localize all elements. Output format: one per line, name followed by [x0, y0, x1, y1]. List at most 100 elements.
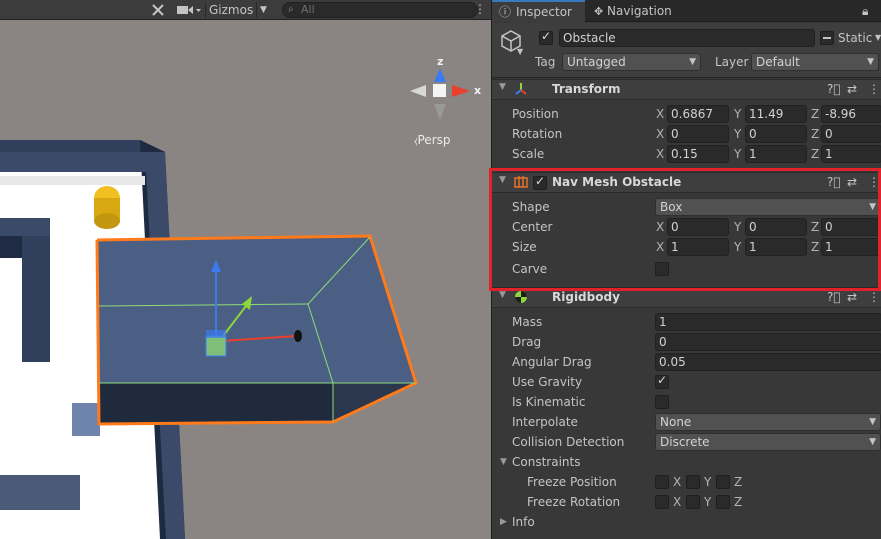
freeze-rotation-y-checkbox[interactable]	[686, 495, 700, 509]
tag-dropdown[interactable]: Untagged ▼	[562, 53, 701, 71]
help-icon[interactable]: ?⃝	[827, 82, 841, 96]
shape-dropdown[interactable]: Box ▼	[655, 198, 881, 216]
help-icon[interactable]: ?⃝	[827, 175, 841, 189]
freeze-position-x-checkbox[interactable]	[655, 475, 669, 489]
tab-navigation[interactable]: ✥ Navigation	[592, 0, 672, 22]
rotation-x-field[interactable]: 0	[667, 125, 729, 143]
mass-label: Mass	[512, 315, 543, 329]
tab-inspector[interactable]: ⓘ Inspector	[492, 0, 585, 22]
rotation-z-field[interactable]: 0	[821, 125, 881, 143]
gizmos-button[interactable]: Gizmos	[209, 1, 253, 19]
angular-drag-field[interactable]: 0.05	[655, 353, 881, 371]
orientation-x-label: x	[474, 84, 482, 97]
mass-field[interactable]: 1	[655, 313, 881, 331]
position-y-field[interactable]: 11.49	[745, 105, 807, 123]
freeze-position-z-checkbox[interactable]	[716, 475, 730, 489]
center-x-field[interactable]: 0	[667, 218, 729, 236]
axis-x-label: X	[673, 475, 682, 489]
maze-wall-1	[22, 218, 50, 362]
transform-icon	[514, 82, 528, 99]
rigidbody-title: Rigidbody	[552, 290, 620, 304]
collision-detection-value: Discrete	[660, 435, 710, 449]
gizmo-plane[interactable]	[206, 330, 226, 338]
orientation-z-label: z	[437, 55, 444, 68]
scene-viewport[interactable]	[0, 20, 491, 539]
carve-checkbox[interactable]	[655, 262, 669, 276]
scene-menu-icon[interactable]: ⋮	[474, 0, 486, 18]
scene-view[interactable]: Gizmos ▼ ⌕ All ⋮ z x ⧼Persp	[0, 0, 491, 539]
layer-dropdown[interactable]: Default ▼	[751, 53, 879, 71]
maze-wall-3	[0, 236, 22, 258]
scale-z-field[interactable]: 1	[821, 145, 881, 163]
size-z-field[interactable]: 1	[821, 238, 881, 256]
rotation-y-field[interactable]: 0	[745, 125, 807, 143]
info-label[interactable]: Info	[512, 515, 535, 529]
object-active-checkbox[interactable]	[539, 29, 553, 45]
nav-mesh-obstacle-enabled-checkbox[interactable]	[533, 174, 547, 190]
object-header: ▼ Obstacle Static ▼ Tag Untagged▼ Layer …	[492, 23, 881, 78]
collision-detection-dropdown[interactable]: Discrete ▼	[655, 433, 881, 451]
preset-icon[interactable]: ⇄	[847, 290, 857, 304]
info-foldout-icon[interactable]: ▶	[500, 517, 507, 527]
shape-value: Box	[660, 200, 683, 214]
preset-icon[interactable]: ⇄	[847, 175, 857, 189]
size-y-field[interactable]: 1	[745, 238, 807, 256]
axis-x-label: X	[656, 220, 665, 234]
help-icon[interactable]: ?⃝	[827, 290, 841, 304]
rigidbody-header[interactable]: ▼ Rigidbody ?⃝ ⇄ ⋮	[492, 287, 881, 308]
center-y-field[interactable]: 0	[745, 218, 807, 236]
capsule-bottom	[94, 213, 120, 229]
tools-icon[interactable]	[150, 1, 166, 19]
inspector-panel: ⓘ Inspector ✥ Navigation 🔒︎ ▼ Obstacle S…	[491, 0, 881, 539]
tag-label: Tag	[535, 55, 556, 69]
static-dropdown-icon[interactable]: ▼	[875, 33, 881, 42]
drag-field[interactable]: 0	[655, 333, 881, 351]
lock-icon[interactable]: 🔒︎	[862, 0, 868, 22]
interpolate-dropdown[interactable]: None ▼	[655, 413, 881, 431]
constraints-foldout-icon[interactable]: ▼	[500, 457, 507, 467]
position-x-field[interactable]: 0.6867	[667, 105, 729, 123]
center-z-field[interactable]: 0	[821, 218, 881, 236]
size-x-field[interactable]: 1	[667, 238, 729, 256]
gizmo-center[interactable]	[205, 335, 227, 357]
foldout-arrow-icon[interactable]: ▼	[499, 82, 506, 92]
scene-toolbar: Gizmos ▼ ⌕ All ⋮	[0, 0, 491, 20]
axis-y-label: Y	[734, 240, 742, 254]
freeze-rotation-x-checkbox[interactable]	[655, 495, 669, 509]
static-checkbox[interactable]	[820, 31, 834, 45]
gizmo-x-handle[interactable]	[294, 330, 302, 342]
collision-detection-label: Collision Detection	[512, 435, 625, 449]
freeze-position-y-checkbox[interactable]	[686, 475, 700, 489]
transform-title: Transform	[552, 82, 621, 96]
orientation-cube[interactable]	[433, 84, 446, 97]
scale-x-field[interactable]: 0.15	[667, 145, 729, 163]
scale-y-field[interactable]: 1	[745, 145, 807, 163]
is-kinematic-checkbox[interactable]	[655, 395, 669, 409]
use-gravity-label: Use Gravity	[512, 375, 583, 389]
gizmos-dropdown-icon[interactable]: ▼	[260, 1, 267, 19]
use-gravity-checkbox[interactable]	[655, 373, 669, 389]
transform-header[interactable]: ▼ Transform ?⃝ ⇄ ⋮	[492, 79, 881, 100]
persp-toggle[interactable]: ⧼Persp	[414, 133, 451, 147]
component-menu-icon[interactable]: ⋮	[868, 175, 880, 189]
axis-z-label: Z	[811, 220, 820, 234]
size-label: Size	[512, 240, 537, 254]
nav-mesh-obstacle-header[interactable]: ▼ Nav Mesh Obstacle ?⃝ ⇄ ⋮	[492, 172, 881, 193]
scene-search-input[interactable]: ⌕ All	[282, 2, 478, 18]
maze-wall-2	[0, 218, 50, 236]
icon-dropdown-icon[interactable]: ▼	[517, 47, 523, 56]
freeze-rotation-label: Freeze Rotation	[527, 495, 621, 509]
constraints-label[interactable]: Constraints	[512, 455, 580, 469]
rotation-label: Rotation	[512, 127, 563, 141]
position-z-field[interactable]: -8.96	[821, 105, 881, 123]
camera-icon[interactable]	[176, 1, 202, 19]
axis-x-label: X	[656, 240, 665, 254]
object-name-field[interactable]: Obstacle	[559, 29, 815, 47]
foldout-arrow-icon[interactable]: ▼	[499, 175, 506, 185]
component-menu-icon[interactable]: ⋮	[868, 290, 880, 304]
foldout-arrow-icon[interactable]: ▼	[499, 290, 506, 300]
chevron-down-icon: ▼	[689, 57, 696, 67]
preset-icon[interactable]: ⇄	[847, 82, 857, 96]
component-menu-icon[interactable]: ⋮	[868, 82, 880, 96]
freeze-rotation-z-checkbox[interactable]	[716, 495, 730, 509]
